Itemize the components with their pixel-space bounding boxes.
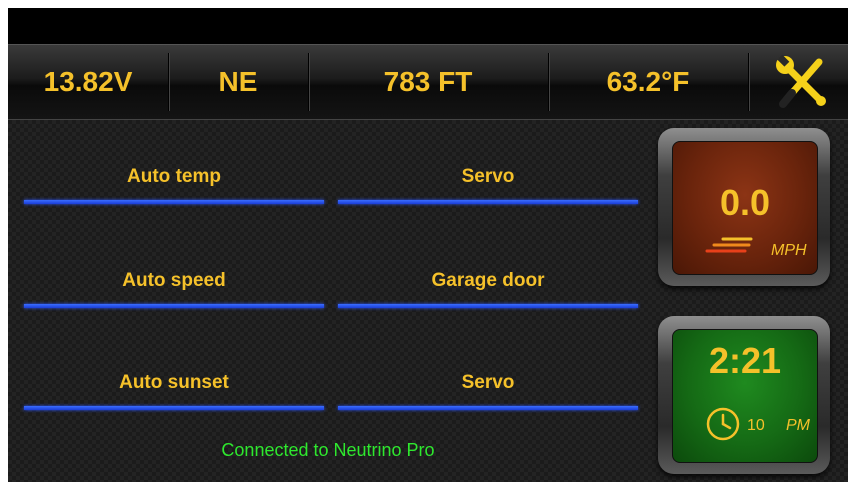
button-label: Garage door (431, 270, 545, 291)
clock-meridiem: PM (786, 417, 810, 434)
temperature-readout: 63.2°F (606, 66, 690, 97)
settings-button[interactable] (772, 52, 832, 112)
divider (748, 53, 749, 111)
button-underline (24, 304, 324, 308)
status-bar: 13.82V NE 783 FT 63.2°F (8, 44, 848, 120)
button-label: Servo (461, 166, 515, 187)
auto-sunset-button[interactable]: Auto sunset (24, 370, 324, 410)
button-label: Auto speed (122, 270, 226, 291)
speed-panel: 0.0 MPH (672, 141, 818, 275)
button-underline (24, 200, 324, 204)
app-screen: 13.82V NE 783 FT 63.2°F Auto temp Servo (8, 8, 848, 482)
connection-status: Connected to Neutrino Pro (221, 440, 435, 460)
button-underline (338, 406, 638, 410)
heading-readout: NE (218, 66, 258, 97)
button-label: Auto sunset (119, 372, 229, 393)
button-underline (338, 200, 638, 204)
speed-lines-icon (705, 237, 753, 253)
button-label: Auto temp (127, 166, 221, 187)
servo-button-2[interactable]: Servo (338, 370, 638, 410)
top-bar (8, 8, 848, 44)
button-underline (338, 304, 638, 308)
clock-time: 2:21 (708, 340, 782, 381)
speed-gauge: 0.0 MPH (658, 128, 830, 286)
speed-value: 0.0 (719, 182, 771, 223)
altitude-readout: 783 FT (383, 66, 473, 97)
clock-hour-hint: 10 (747, 417, 765, 434)
clock-gauge: 2:21 10 PM (658, 316, 830, 474)
garage-door-button[interactable]: Garage door (338, 268, 638, 308)
auto-temp-button[interactable]: Auto temp (24, 164, 324, 204)
clock-panel: 2:21 10 PM (672, 329, 818, 463)
auto-speed-button[interactable]: Auto speed (24, 268, 324, 308)
tools-icon (776, 54, 826, 108)
button-underline (24, 406, 324, 410)
servo-button[interactable]: Servo (338, 164, 638, 204)
clock-icon (706, 407, 740, 441)
speed-unit: MPH (771, 242, 807, 259)
button-label: Servo (461, 372, 515, 393)
voltage-readout: 13.82V (43, 66, 133, 97)
